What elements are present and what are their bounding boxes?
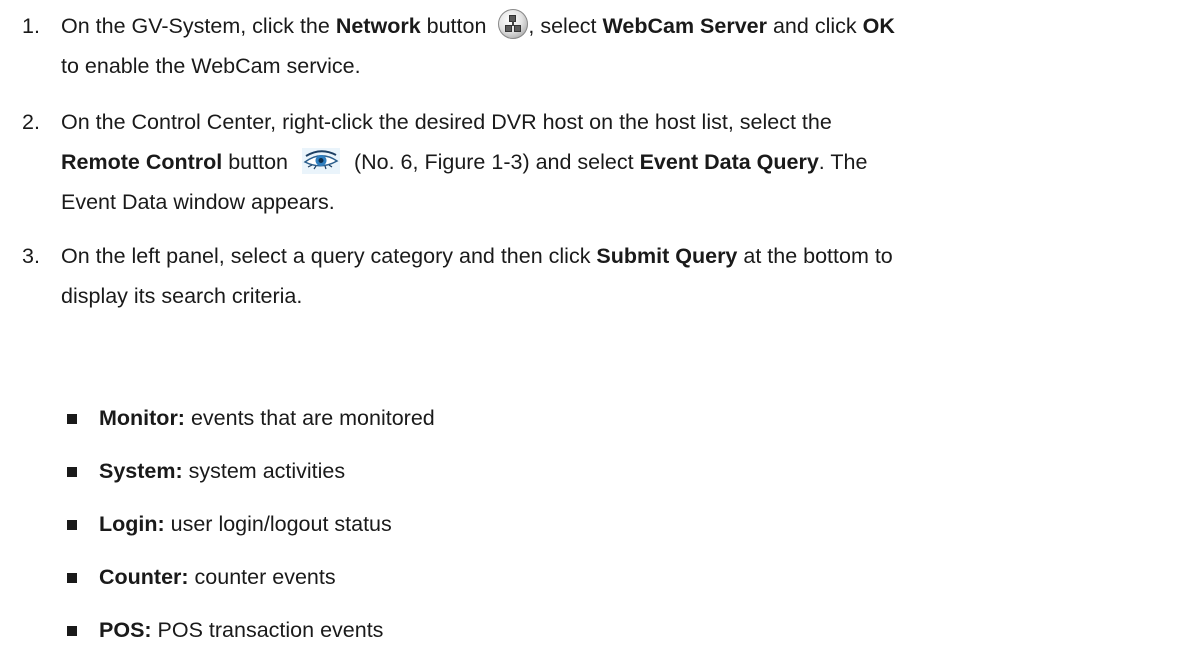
step-number: 3. — [22, 244, 40, 268]
bullet-description: system activities — [182, 459, 346, 483]
step-number: 2. — [22, 110, 40, 134]
step-text: On the Control Center, right-click the d… — [61, 102, 1198, 222]
list-item: Counter: counter events — [61, 557, 1198, 610]
event-data-query-label: Event Data Query — [639, 150, 819, 174]
bullet-term: Counter: — [99, 565, 189, 589]
query-category-list: Monitor: events that are monitored Syste… — [61, 398, 1198, 663]
submit-query-label: Submit Query — [596, 244, 738, 268]
step-line: Remote Control button (No. 6, Figure 1-3… — [61, 142, 1198, 182]
list-item: POS: POS transaction events — [61, 610, 1198, 663]
bullet-square-icon — [67, 467, 77, 477]
instruction-document: 1. On the GV-System, click the Network b… — [0, 0, 1202, 669]
step-text: On the left panel, select a query catego… — [61, 236, 1198, 316]
step-line: display its search criteria. — [61, 284, 303, 308]
bullet-term: Login: — [99, 512, 165, 536]
ok-label: OK — [862, 14, 895, 38]
bullet-term: Monitor: — [99, 406, 185, 430]
list-item: System: system activities — [61, 451, 1198, 504]
step-text: On the GV-System, click the Network butt… — [61, 6, 1198, 86]
bullet-term: POS: — [99, 618, 152, 642]
network-label: Network — [335, 14, 421, 38]
bullet-description: user login/logout status — [164, 512, 392, 536]
list-item: Login: user login/logout status — [61, 504, 1198, 557]
bullet-description: POS transaction events — [151, 618, 384, 642]
bullet-square-icon — [67, 520, 77, 530]
bullet-square-icon — [67, 414, 77, 424]
bullet-description: events that are monitored — [184, 406, 435, 430]
step-1: 1. On the GV-System, click the Network b… — [22, 6, 1198, 86]
network-button-icon — [498, 9, 529, 40]
step-line: On the left panel, select a query catego… — [61, 244, 893, 268]
webcam-server-label: WebCam Server — [602, 14, 767, 38]
bullet-term: System: — [99, 459, 183, 483]
bullet-square-icon — [67, 573, 77, 583]
step-line: On the Control Center, right-click the d… — [61, 110, 832, 134]
list-item: Monitor: events that are monitored — [61, 398, 1198, 451]
step-2: 2. On the Control Center, right-click th… — [22, 102, 1198, 222]
bullet-description: counter events — [188, 565, 336, 589]
remote-control-eye-icon — [301, 147, 340, 175]
bullet-square-icon — [67, 626, 77, 636]
remote-control-label: Remote Control — [61, 150, 223, 174]
step-3: 3. On the left panel, select a query cat… — [22, 236, 1198, 316]
step-line: to enable the WebCam service. — [61, 54, 361, 78]
step-number: 1. — [22, 14, 40, 38]
step-line: Event Data window appears. — [61, 190, 335, 214]
step-line: On the GV-System, click the Network butt… — [61, 6, 1198, 46]
